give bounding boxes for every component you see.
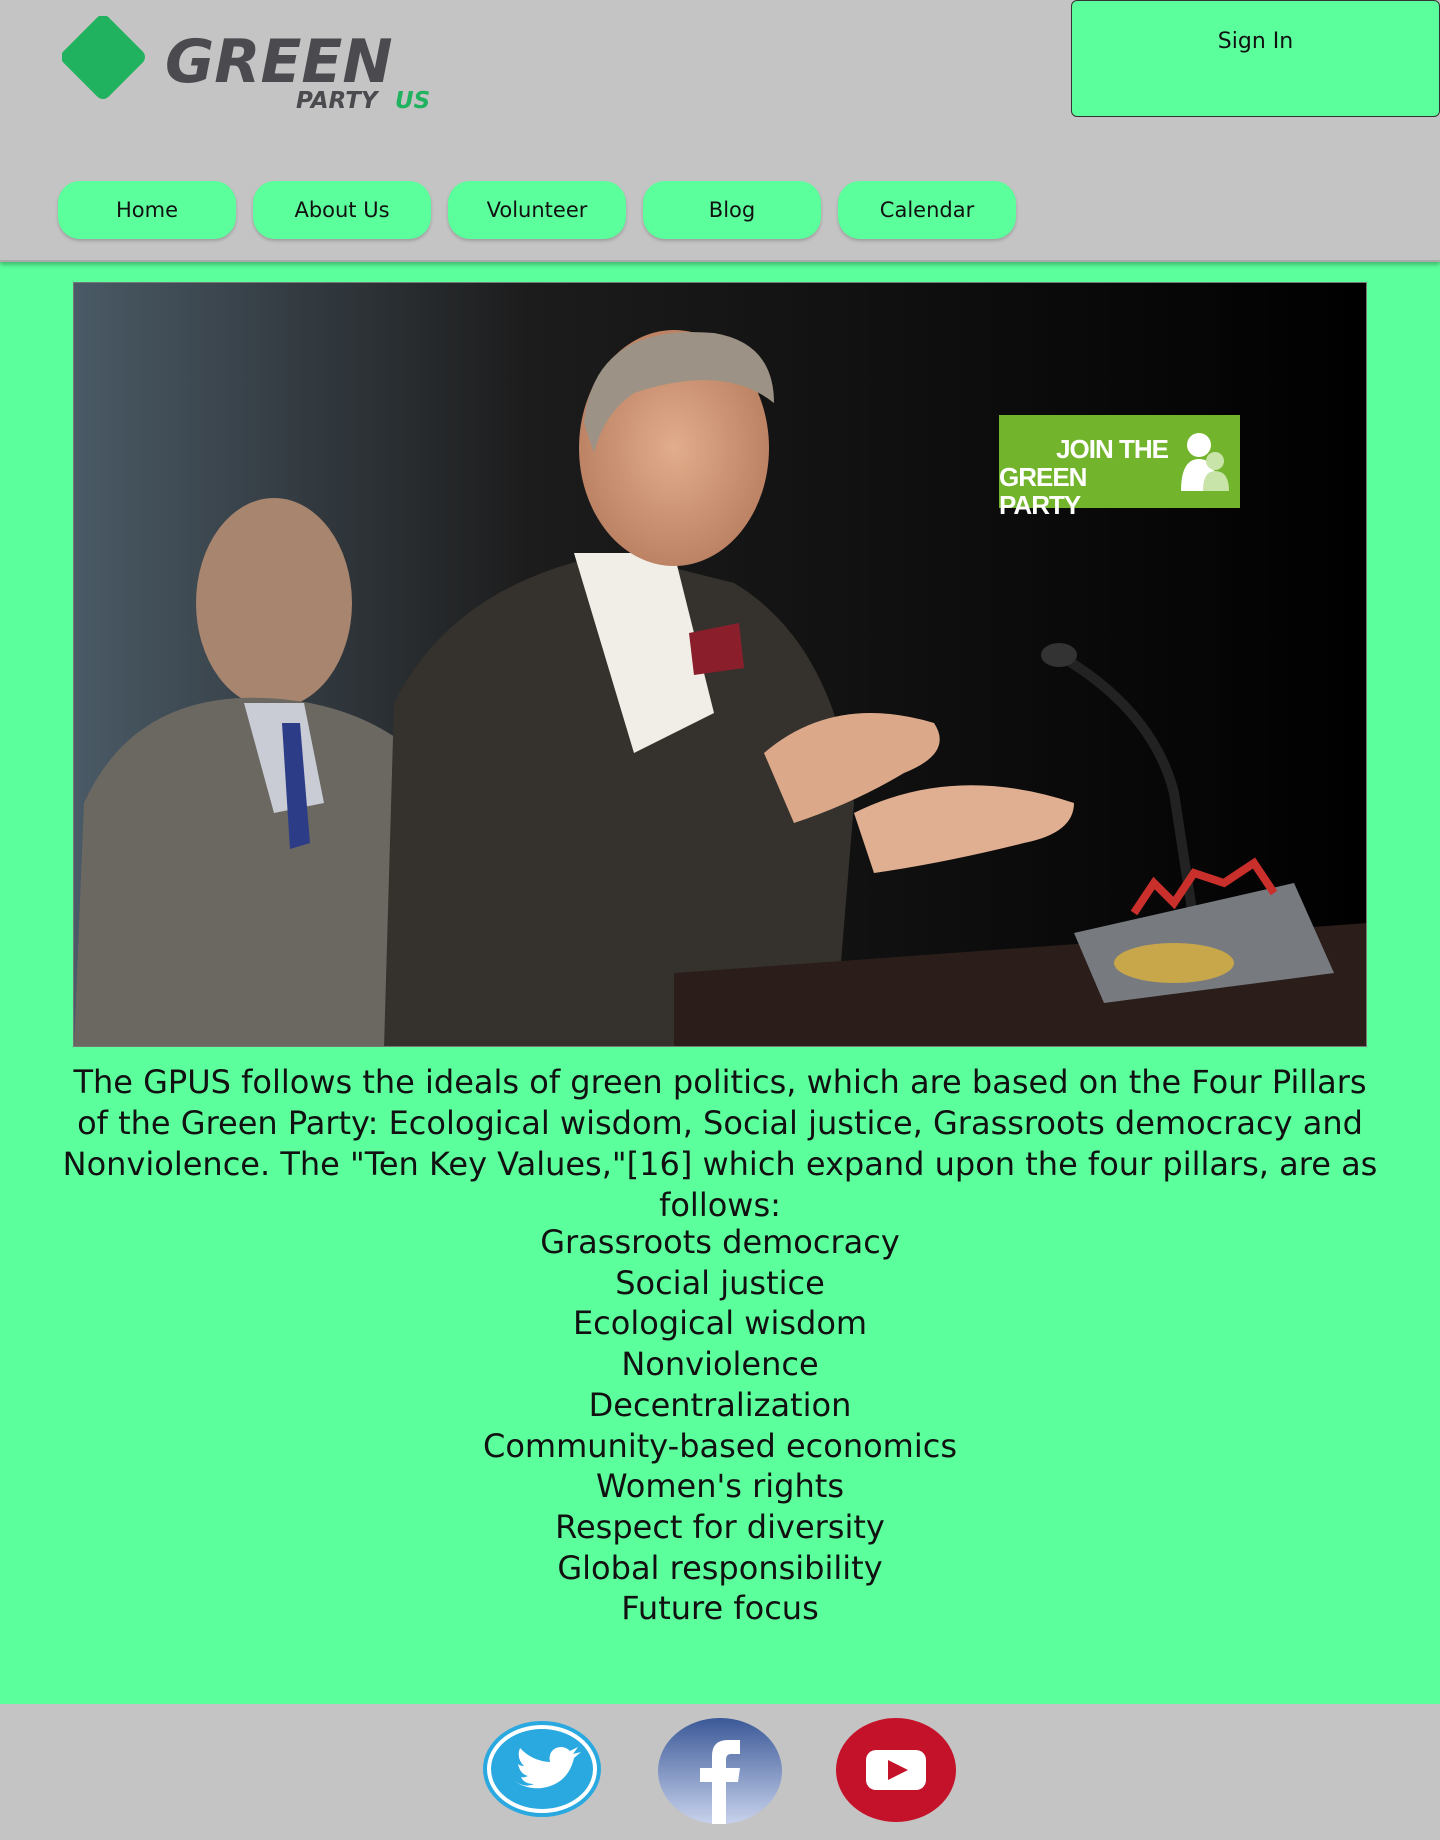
site-footer xyxy=(0,1704,1440,1840)
list-item: Social justice xyxy=(615,1263,825,1302)
sign-in-button[interactable]: Sign In xyxy=(1071,0,1440,117)
twitter-icon[interactable] xyxy=(480,1718,604,1820)
nav-volunteer[interactable]: Volunteer xyxy=(448,181,626,239)
list-item: Respect for diversity xyxy=(555,1507,885,1546)
nav-calendar[interactable]: Calendar xyxy=(838,181,1016,239)
hero-image: JOIN THE GREEN PARTY xyxy=(73,282,1367,1047)
join-green-party-banner[interactable]: JOIN THE GREEN PARTY xyxy=(999,415,1240,519)
list-item: Nonviolence xyxy=(621,1345,819,1384)
ten-key-values-list: Grassroots democracy Social justice Ecol… xyxy=(0,1222,1440,1629)
list-item: Community-based economics xyxy=(483,1426,957,1465)
main-content: JOIN THE GREEN PARTY The GPUS follows th… xyxy=(0,262,1440,1704)
intro-paragraph: The GPUS follows the ideals of green pol… xyxy=(62,1063,1378,1224)
join-banner-line1: JOIN THE xyxy=(1056,434,1169,464)
logo-word: GREEN xyxy=(165,27,393,97)
people-silhouette-icon xyxy=(1181,433,1229,491)
facebook-icon[interactable] xyxy=(658,1718,782,1824)
speaker-at-podium-photo xyxy=(74,283,1366,1046)
nav-about-us[interactable]: About Us xyxy=(253,181,431,239)
list-item: Future focus xyxy=(621,1589,819,1628)
nav-blog[interactable]: Blog xyxy=(643,181,821,239)
join-banner-line2: GREEN PARTY xyxy=(999,462,1087,520)
green-party-logo[interactable]: GREEN PARTY US xyxy=(62,16,442,116)
site-header: GREEN PARTY US Sign In Home About Us Vol… xyxy=(0,0,1440,262)
list-item: Global responsibility xyxy=(557,1548,883,1587)
list-item: Ecological wisdom xyxy=(572,1304,868,1343)
logo-country: US xyxy=(395,88,430,114)
nav-home[interactable]: Home xyxy=(58,181,236,239)
list-item: Grassroots democracy xyxy=(540,1223,900,1261)
main-nav: Home About Us Volunteer Blog Calendar xyxy=(58,181,1016,239)
logo-sub: PARTY xyxy=(296,88,380,114)
green-diamond-logo-icon xyxy=(62,16,145,99)
list-item: Decentralization xyxy=(588,1385,852,1424)
list-item: Women's rights xyxy=(596,1467,844,1506)
youtube-icon[interactable] xyxy=(836,1718,956,1822)
